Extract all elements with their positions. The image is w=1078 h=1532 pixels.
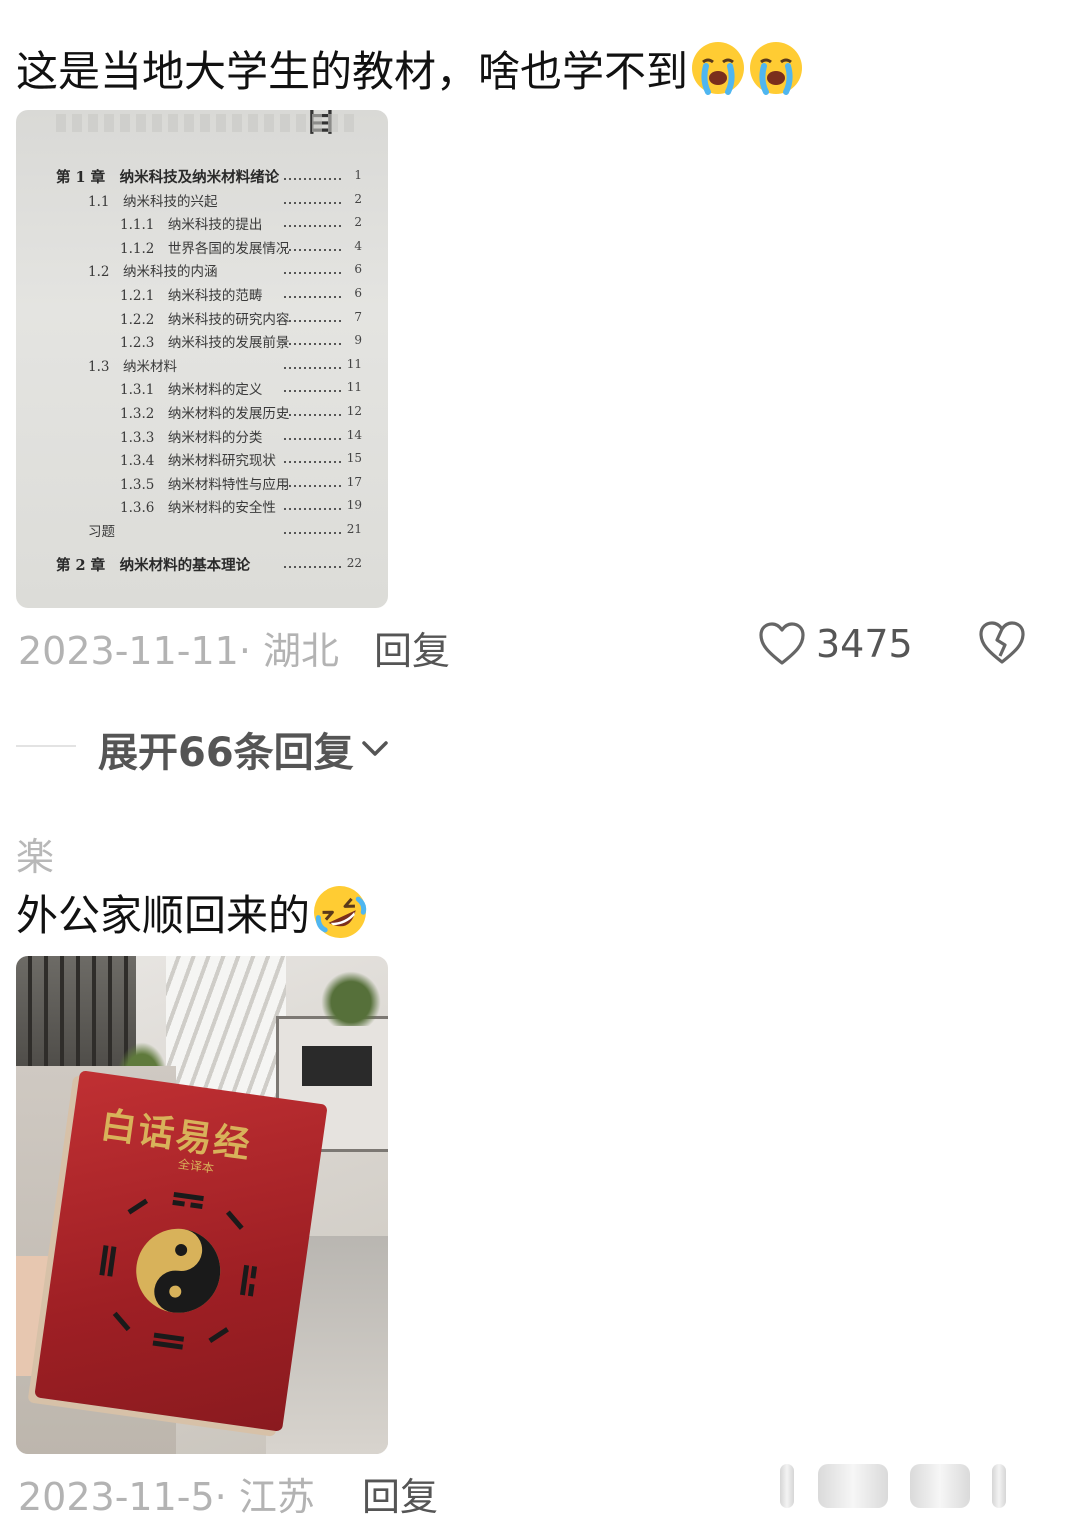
toc-leader-dots xyxy=(284,319,344,322)
tv xyxy=(302,1046,372,1086)
toc-entry: 1.2.3 纳米科技的发展前景 xyxy=(120,335,290,352)
toc-entry: 1.1.2 世界各国的发展情况 xyxy=(120,240,290,257)
toc-page-number: 1 xyxy=(354,168,362,182)
crying-face-emoji-icon xyxy=(692,42,745,95)
toc-page-number: 21 xyxy=(346,522,362,536)
bright-window xyxy=(166,956,286,1106)
comment-2-date: 2023-11-5 xyxy=(18,1475,215,1519)
toc-leader-dots xyxy=(284,390,344,393)
toc-entry: 1.2.1 纳米科技的范畴 xyxy=(120,288,263,304)
toc-leader-dots xyxy=(284,461,344,464)
toc-page-number: 7 xyxy=(354,309,362,324)
toc-entry: 第 1 章 纳米科技及纳米材料绪论 xyxy=(56,169,280,186)
toc-page-number: 11 xyxy=(346,356,362,371)
toc-entry: 1.1.1 纳米科技的提出 xyxy=(120,217,263,234)
toc-page-number: 11 xyxy=(346,380,362,395)
faded-bleed-text xyxy=(56,114,356,132)
plant xyxy=(316,966,386,1026)
toc-entry: 1.3.4 纳米材料研究现状 xyxy=(120,453,276,470)
comment-1-text: 这是当地大学生的教材，啥也学不到 xyxy=(16,47,689,96)
comment-2-reply-button[interactable]: 回复 xyxy=(362,1466,438,1521)
comment-1-like-button[interactable]: 3475 xyxy=(758,618,913,670)
comment-2-text: 外公家顺回来的 xyxy=(16,891,311,940)
broken-heart-icon xyxy=(979,621,1025,664)
toc-leader-dots xyxy=(284,296,344,298)
toc-leader-dots xyxy=(284,414,344,416)
comment-1-dislike-button[interactable] xyxy=(978,620,1026,670)
toc-leader-dots xyxy=(284,565,344,568)
toc-page-number: 22 xyxy=(346,555,362,570)
comment-2-username[interactable]: 楽 xyxy=(16,826,54,881)
comment-1-reply-button[interactable]: 回复 xyxy=(374,620,450,675)
toc-leader-dots xyxy=(284,366,344,369)
chevron-down-icon xyxy=(361,741,388,756)
toc-page-number: 19 xyxy=(346,498,362,513)
comment-1-location: 湖北 xyxy=(263,629,340,673)
comment-1-date: 2023-11-11 xyxy=(18,629,239,673)
comment-1-image[interactable]: 目 第 1 章 纳米科技及纳米材料绪论11.1 纳米科技的兴起21.1.1 纳米… xyxy=(16,110,388,608)
toc-leader-dots xyxy=(284,272,344,275)
comment-2-image[interactable]: 白话易经 全译本 xyxy=(16,956,388,1454)
toc-entry: 1.3.2 纳米材料的发展历史 xyxy=(120,406,290,422)
toc-entry: 1.3.1 纳米材料的定义 xyxy=(120,382,263,399)
toc-leader-dots xyxy=(284,178,344,180)
rolling-laughing-face-emoji-icon xyxy=(314,886,367,938)
toc-entry: 1.2.2 纳米科技的研究内容 xyxy=(120,311,290,328)
toc-page-number: 14 xyxy=(346,427,362,442)
toc-entry: 1.3.3 纳米材料的分类 xyxy=(120,429,263,446)
toc-entry: 1.3.6 纳米材料的安全性 xyxy=(120,500,276,517)
comment-1-text-row: 这是当地大学生的教材，啥也学不到 xyxy=(16,40,804,100)
toc-leader-dots xyxy=(284,484,344,487)
toc-leader-dots xyxy=(284,201,344,204)
book-title: 白话易经 xyxy=(97,1103,255,1167)
comment-1-meta: 2023-11-11· 湖北 xyxy=(18,629,340,673)
toc-page-number: 2 xyxy=(354,191,362,206)
toc-leader-dots xyxy=(284,248,344,251)
toc-page-number: 6 xyxy=(354,262,362,277)
toc-leader-dots xyxy=(284,532,344,534)
comment-2-location: 江苏 xyxy=(238,1475,315,1519)
watermark-logo xyxy=(770,1462,1060,1512)
heart-icon xyxy=(759,622,805,665)
expand-divider xyxy=(16,745,76,747)
toc-entry: 习题 xyxy=(88,524,115,540)
toc-page-number: 17 xyxy=(346,474,362,489)
toc-page-number: 6 xyxy=(354,286,362,300)
toc-leader-dots xyxy=(284,225,344,228)
toc-entry: 1.3.5 纳米材料特性与应用 xyxy=(120,476,290,493)
toc-entry: 第 2 章 纳米材料的基本理论 xyxy=(56,556,251,574)
comment-1-like-count: 3475 xyxy=(816,622,913,666)
crying-face-emoji-icon xyxy=(750,42,803,95)
toc-entry: 1.3 纳米材料 xyxy=(88,358,177,375)
book-subtitle: 全译本 xyxy=(177,1156,215,1176)
expand-replies-label: 展开66条回复 xyxy=(98,730,354,776)
toc-leader-dots xyxy=(284,508,344,511)
toc-page-number: 12 xyxy=(346,404,362,418)
toc-page-number: 4 xyxy=(354,238,362,253)
book: 白话易经 全译本 xyxy=(34,1070,328,1432)
toc-page-number: 15 xyxy=(346,451,362,466)
toc-leader-dots xyxy=(284,343,344,346)
toc-page-number: 9 xyxy=(354,333,362,348)
comment-2-text-row: 外公家顺回来的 xyxy=(16,884,368,944)
toc-leader-dots xyxy=(284,437,344,440)
expand-replies-button[interactable]: 展开66条回复 xyxy=(98,720,390,778)
toc-entry: 1.2 纳米科技的内涵 xyxy=(88,264,218,281)
yin-yang-icon xyxy=(99,1191,258,1350)
toc-page-number: 2 xyxy=(354,215,362,230)
toc-entry: 1.1 纳米科技的兴起 xyxy=(88,193,218,210)
comment-2-meta: 2023-11-5· 江苏 xyxy=(18,1475,315,1519)
